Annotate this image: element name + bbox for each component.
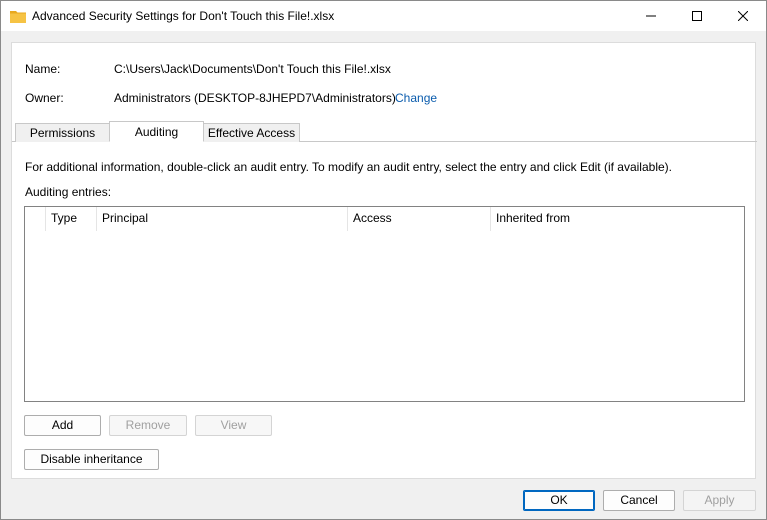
name-label: Name:: [25, 62, 61, 76]
advanced-security-settings-window: Advanced Security Settings for Don't Tou…: [0, 0, 767, 520]
auditing-entries-label: Auditing entries:: [25, 185, 112, 199]
auditing-entries-list[interactable]: Type Principal Access Inherited from: [24, 206, 745, 402]
column-header-principal[interactable]: Principal: [96, 207, 347, 229]
view-button[interactable]: View: [195, 415, 272, 436]
column-header-inherited-from[interactable]: Inherited from: [490, 207, 743, 229]
column-header-access[interactable]: Access: [347, 207, 490, 229]
column-header-type[interactable]: Type: [45, 207, 96, 229]
folder-icon: [10, 9, 26, 23]
tab-auditing[interactable]: Auditing: [109, 121, 204, 142]
window-title: Advanced Security Settings for Don't Tou…: [32, 9, 335, 23]
settings-panel: Name: C:\Users\Jack\Documents\Don't Touc…: [11, 42, 757, 479]
minimize-icon: [646, 15, 656, 17]
disable-inheritance-button[interactable]: Disable inheritance: [24, 449, 159, 470]
owner-label: Owner:: [25, 91, 64, 105]
maximize-icon: [692, 11, 702, 21]
close-icon: [738, 11, 748, 21]
owner-value: Administrators (DESKTOP-8JHEPD7\Administ…: [114, 91, 396, 105]
change-owner-link[interactable]: Change: [395, 91, 437, 105]
auditing-instructions: For additional information, double-click…: [25, 160, 672, 174]
apply-button[interactable]: Apply: [683, 490, 756, 511]
tab-effective-access[interactable]: Effective Access: [203, 123, 300, 142]
name-value: C:\Users\Jack\Documents\Don't Touch this…: [114, 62, 391, 76]
add-button[interactable]: Add: [24, 415, 101, 436]
tab-permissions[interactable]: Permissions: [15, 123, 110, 142]
minimize-button[interactable]: [628, 1, 674, 31]
ok-button[interactable]: OK: [523, 490, 595, 511]
cancel-button[interactable]: Cancel: [603, 490, 675, 511]
title-bar[interactable]: Advanced Security Settings for Don't Tou…: [1, 1, 766, 31]
remove-button[interactable]: Remove: [109, 415, 187, 436]
maximize-button[interactable]: [674, 1, 720, 31]
close-button[interactable]: [720, 1, 766, 31]
